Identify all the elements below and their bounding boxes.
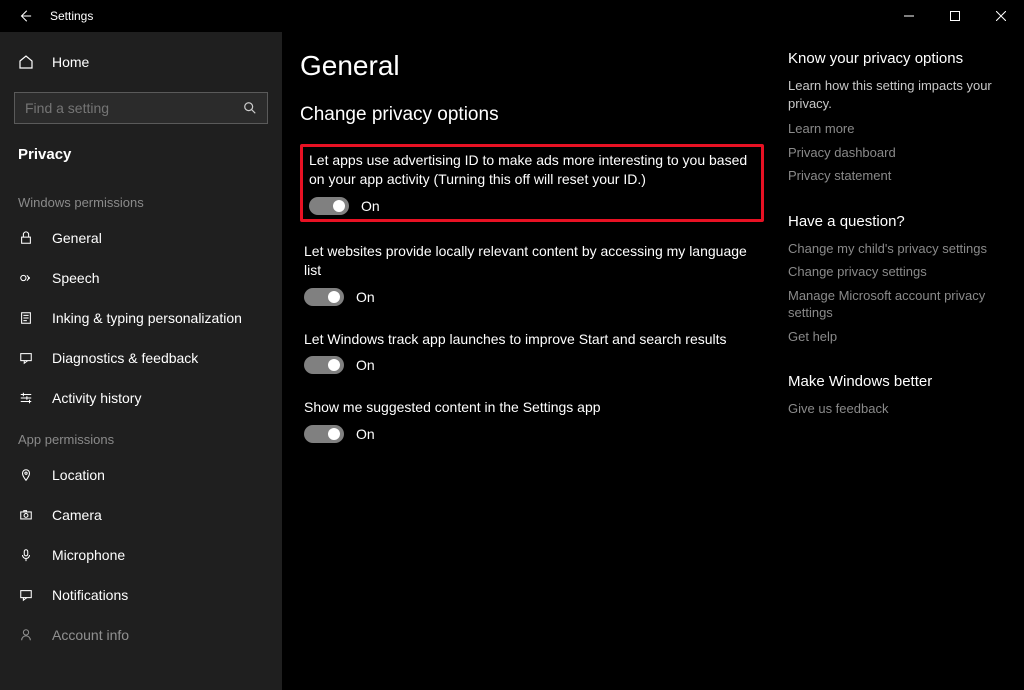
rail-privacy-options: Know your privacy options Learn how this… bbox=[788, 50, 1006, 185]
sidebar-item-account-info[interactable]: Account info bbox=[0, 615, 282, 655]
sidebar-home-label: Home bbox=[52, 54, 89, 70]
speech-icon bbox=[18, 271, 34, 285]
back-button[interactable] bbox=[18, 9, 32, 23]
link-privacy-statement[interactable]: Privacy statement bbox=[788, 167, 1006, 185]
location-icon bbox=[18, 468, 34, 482]
rail-heading: Know your privacy options bbox=[788, 50, 1006, 67]
link-child-privacy[interactable]: Change my child's privacy settings bbox=[788, 240, 1006, 258]
sidebar-category: Privacy bbox=[0, 136, 282, 181]
camera-icon bbox=[18, 508, 34, 522]
sidebar-item-label: Account info bbox=[52, 627, 129, 643]
toggle-state: On bbox=[356, 357, 375, 373]
setting-suggested-content: Show me suggested content in the Setting… bbox=[300, 394, 764, 447]
sidebar-home[interactable]: Home bbox=[0, 42, 282, 82]
toggle-advertising-id[interactable] bbox=[309, 197, 349, 215]
search-box[interactable] bbox=[14, 92, 268, 124]
setting-label: Let websites provide locally relevant co… bbox=[304, 242, 760, 280]
link-get-help[interactable]: Get help bbox=[788, 328, 1006, 346]
search-input[interactable] bbox=[15, 100, 233, 116]
link-change-privacy[interactable]: Change privacy settings bbox=[788, 263, 1006, 281]
rail-make-better: Make Windows better Give us feedback bbox=[788, 373, 1006, 418]
sidebar-item-camera[interactable]: Camera bbox=[0, 495, 282, 535]
close-button[interactable] bbox=[978, 0, 1024, 32]
section-heading: Change privacy options bbox=[300, 104, 764, 126]
toggle-state: On bbox=[356, 289, 375, 305]
rail-description: Learn how this setting impacts your priv… bbox=[788, 77, 1006, 112]
toggle-language-list[interactable] bbox=[304, 288, 344, 306]
rail-heading: Have a question? bbox=[788, 213, 1006, 230]
sidebar-item-diagnostics[interactable]: Diagnostics & feedback bbox=[0, 338, 282, 378]
sidebar-item-label: Notifications bbox=[52, 587, 128, 603]
right-rail: Know your privacy options Learn how this… bbox=[784, 50, 1024, 690]
sidebar-item-label: Diagnostics & feedback bbox=[52, 350, 198, 366]
main-content: General Change privacy options Let apps … bbox=[282, 50, 784, 690]
sidebar-section-app-permissions: App permissions bbox=[0, 418, 282, 455]
sidebar-section-windows-permissions: Windows permissions bbox=[0, 181, 282, 218]
sidebar-item-microphone[interactable]: Microphone bbox=[0, 535, 282, 575]
titlebar: Settings bbox=[0, 0, 1024, 32]
sidebar-item-label: General bbox=[52, 230, 102, 246]
notifications-icon bbox=[18, 588, 34, 602]
microphone-icon bbox=[18, 548, 34, 562]
setting-app-launches: Let Windows track app launches to improv… bbox=[300, 326, 764, 379]
sidebar-item-label: Camera bbox=[52, 507, 102, 523]
search-icon bbox=[233, 101, 267, 115]
toggle-state: On bbox=[356, 426, 375, 442]
sidebar-item-label: Activity history bbox=[52, 390, 141, 406]
minimize-button[interactable] bbox=[886, 0, 932, 32]
sidebar-item-speech[interactable]: Speech bbox=[0, 258, 282, 298]
link-learn-more[interactable]: Learn more bbox=[788, 120, 1006, 138]
setting-label: Let apps use advertising ID to make ads … bbox=[309, 151, 755, 189]
link-manage-account-privacy[interactable]: Manage Microsoft account privacy setting… bbox=[788, 287, 1006, 322]
sidebar-item-general[interactable]: General bbox=[0, 218, 282, 258]
setting-language-list: Let websites provide locally relevant co… bbox=[300, 238, 764, 310]
sidebar-item-label: Inking & typing personalization bbox=[52, 310, 242, 326]
account-icon bbox=[18, 628, 34, 642]
clipboard-icon bbox=[18, 311, 34, 325]
rail-heading: Make Windows better bbox=[788, 373, 1006, 390]
setting-label: Let Windows track app launches to improv… bbox=[304, 330, 760, 349]
setting-advertising-id: Let apps use advertising ID to make ads … bbox=[300, 144, 764, 222]
sidebar-item-activity[interactable]: Activity history bbox=[0, 378, 282, 418]
sidebar-item-label: Microphone bbox=[52, 547, 125, 563]
window-title: Settings bbox=[50, 9, 93, 23]
toggle-state: On bbox=[361, 198, 380, 214]
toggle-app-launches[interactable] bbox=[304, 356, 344, 374]
home-icon bbox=[18, 54, 34, 70]
sidebar-item-label: Speech bbox=[52, 270, 99, 286]
rail-have-question: Have a question? Change my child's priva… bbox=[788, 213, 1006, 346]
sidebar-item-inking[interactable]: Inking & typing personalization bbox=[0, 298, 282, 338]
maximize-button[interactable] bbox=[932, 0, 978, 32]
activity-icon bbox=[18, 391, 34, 405]
toggle-suggested-content[interactable] bbox=[304, 425, 344, 443]
link-privacy-dashboard[interactable]: Privacy dashboard bbox=[788, 144, 1006, 162]
sidebar: Home Privacy Windows permissions General bbox=[0, 32, 282, 690]
sidebar-item-notifications[interactable]: Notifications bbox=[0, 575, 282, 615]
setting-label: Show me suggested content in the Setting… bbox=[304, 398, 760, 417]
sidebar-item-label: Location bbox=[52, 467, 105, 483]
lock-icon bbox=[18, 231, 34, 245]
sidebar-item-location[interactable]: Location bbox=[0, 455, 282, 495]
feedback-icon bbox=[18, 351, 34, 365]
link-feedback[interactable]: Give us feedback bbox=[788, 400, 1006, 418]
page-title: General bbox=[300, 50, 764, 82]
